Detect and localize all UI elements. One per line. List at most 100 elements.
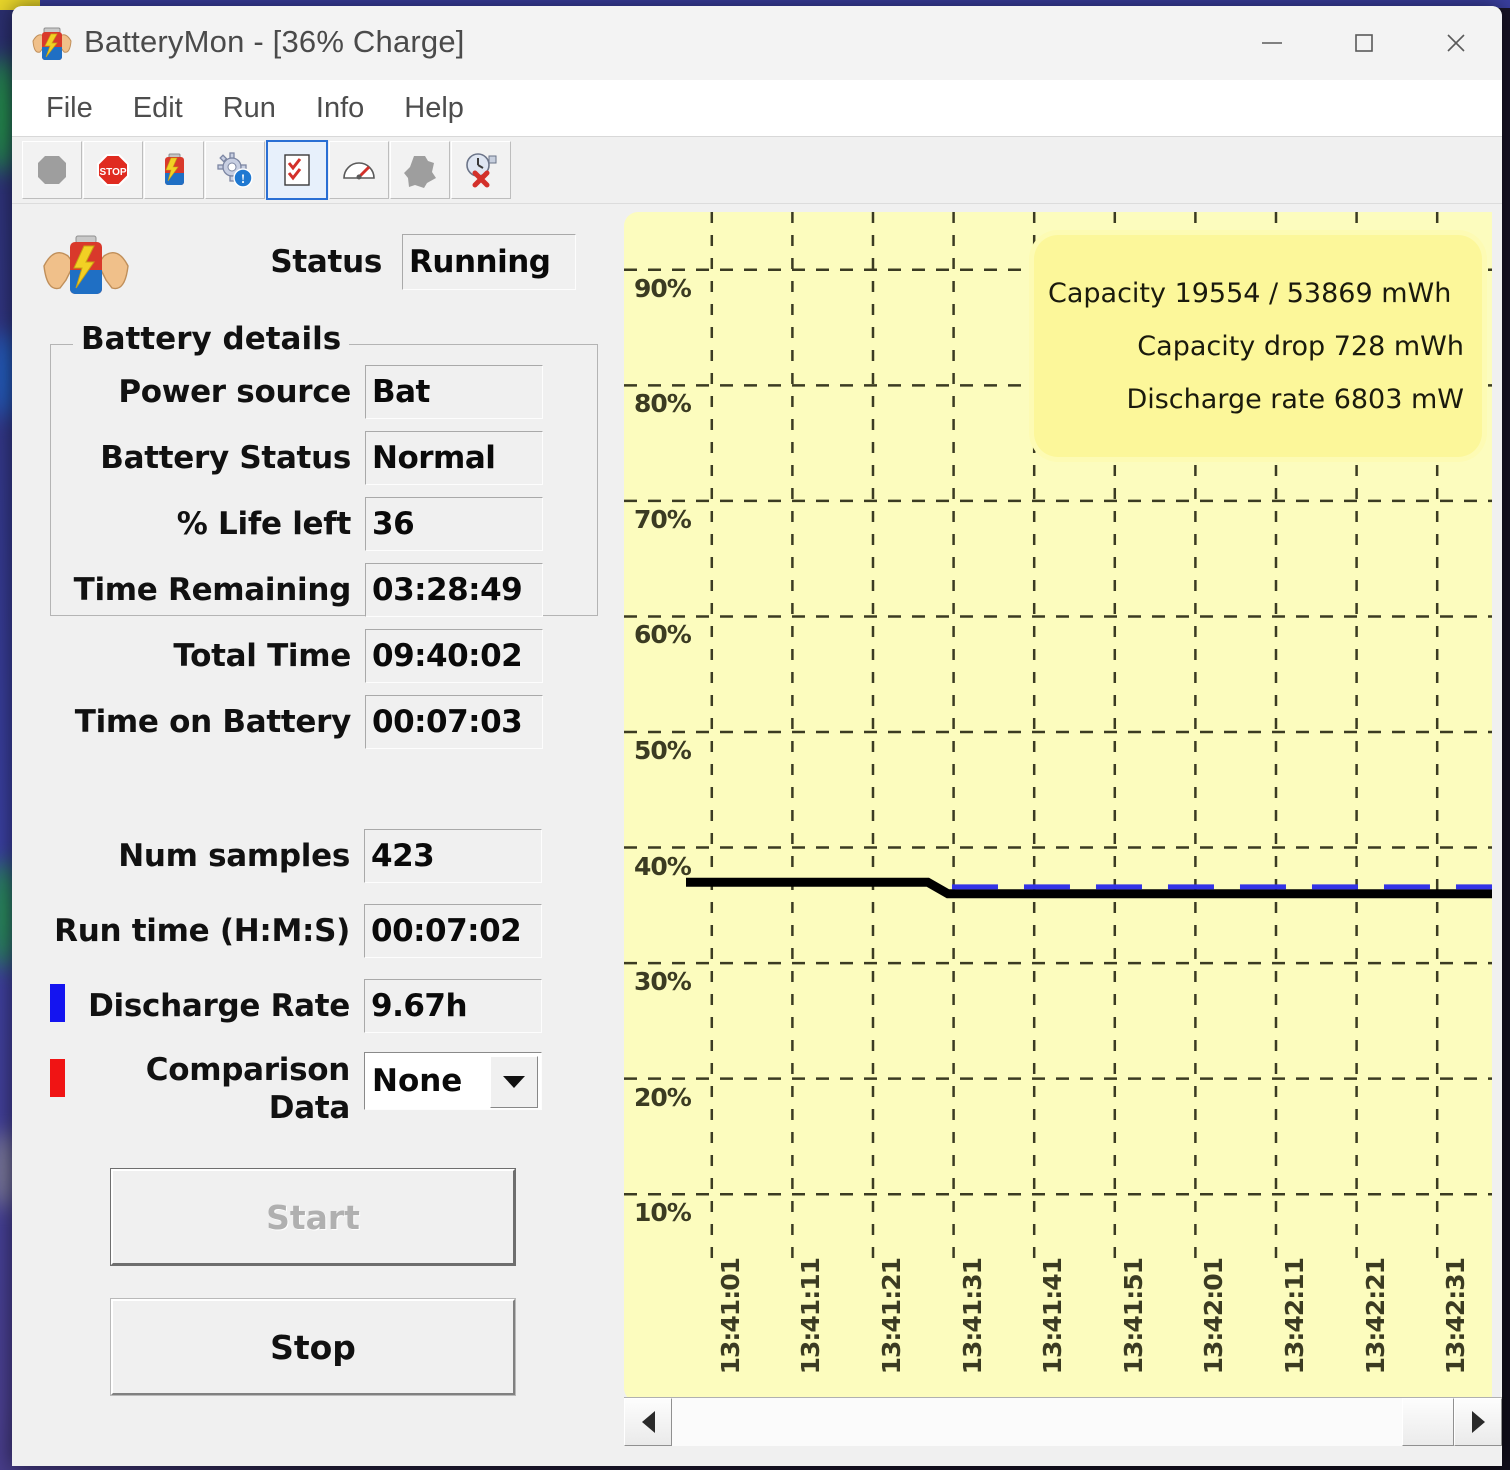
x-tick-label: 13:41:41 bbox=[1038, 1258, 1068, 1375]
comparison-data-value: None bbox=[372, 1063, 463, 1099]
y-tick-label: 60% bbox=[634, 620, 692, 650]
chart-series-line bbox=[686, 877, 1492, 899]
toolbar-record-stop-octagon-button[interactable] bbox=[22, 141, 82, 199]
y-tick-label: 70% bbox=[634, 504, 692, 534]
y-tick-label: 80% bbox=[634, 389, 692, 419]
comparison-dropdown-button[interactable] bbox=[490, 1056, 538, 1108]
menu-run[interactable]: Run bbox=[203, 88, 296, 129]
power-source-value: Bat bbox=[365, 365, 543, 419]
info-capacity-drop: Capacity drop 728 mWh bbox=[1137, 330, 1464, 362]
start-button[interactable]: Start bbox=[110, 1168, 516, 1266]
battery-status-label: Battery Status bbox=[100, 440, 351, 476]
scroll-right-button[interactable] bbox=[1454, 1398, 1502, 1446]
info-discharge-rate: Discharge rate 6803 mW bbox=[1126, 383, 1464, 415]
y-tick-label: 40% bbox=[634, 851, 692, 881]
record-stop-octagon-icon bbox=[38, 156, 66, 184]
life-left-label: % Life left bbox=[176, 506, 352, 542]
status-value: Running bbox=[402, 234, 576, 290]
detail-row-time-on-battery: Time on Battery 00:07:03 bbox=[21, 695, 543, 749]
time-on-battery-value: 00:07:03 bbox=[365, 695, 543, 749]
battery-chart-plot[interactable]: 90% 80% 70% 60% 50% 40% 30% 20% 10% 13:41:01 13:4… bbox=[624, 212, 1492, 1402]
status-label: Status bbox=[270, 244, 382, 280]
num-samples-value: 423 bbox=[364, 829, 542, 883]
total-time-label: Total Time bbox=[173, 638, 351, 674]
x-tick-label: 13:41:11 bbox=[796, 1258, 826, 1375]
scroll-left-icon bbox=[641, 1411, 655, 1433]
discharge-rate-label: Discharge Rate bbox=[88, 988, 350, 1024]
run-time-value: 00:07:02 bbox=[364, 904, 542, 958]
stop-sign-icon: STOP bbox=[97, 154, 129, 186]
power-source-label: Power source bbox=[118, 374, 351, 410]
detail-row-power-source: Power source Bat bbox=[21, 365, 543, 419]
x-tick-label: 13:41:51 bbox=[1118, 1258, 1148, 1375]
puzzle-icon bbox=[404, 156, 436, 188]
maximize-icon bbox=[1355, 34, 1373, 52]
menu-edit[interactable]: Edit bbox=[113, 88, 203, 129]
total-time-value: 09:40:02 bbox=[365, 629, 543, 683]
x-tick-label: 13:42:31 bbox=[1441, 1258, 1471, 1375]
clock-delete-icon bbox=[466, 153, 497, 188]
menu-info[interactable]: Info bbox=[296, 88, 384, 129]
toolbar-shape-button[interactable] bbox=[390, 141, 450, 199]
window-title: BatteryMon - [36% Charge] bbox=[84, 24, 465, 59]
time-remaining-label: Time Remaining bbox=[73, 572, 352, 608]
chevron-down-icon bbox=[503, 1076, 525, 1088]
battery-details-title: Battery details bbox=[73, 321, 350, 357]
minimize-button[interactable] bbox=[1226, 6, 1318, 80]
y-tick-label: 20% bbox=[634, 1082, 692, 1112]
toolbar: STOP ! bbox=[12, 137, 1502, 204]
checklist-icon bbox=[284, 154, 310, 186]
x-tick-label: 13:42:11 bbox=[1279, 1258, 1309, 1375]
scroll-left-button[interactable] bbox=[624, 1398, 672, 1446]
time-on-battery-label: Time on Battery bbox=[74, 704, 352, 740]
scroll-right-icon bbox=[1471, 1411, 1485, 1433]
scrollbar-thumb[interactable] bbox=[1402, 1398, 1454, 1446]
battery-details-group: Battery details Power source Bat Battery… bbox=[50, 321, 598, 749]
close-button[interactable] bbox=[1410, 6, 1502, 80]
maximize-button[interactable] bbox=[1318, 6, 1410, 80]
detail-row-total-time: Total Time 09:40:02 bbox=[21, 629, 543, 683]
stat-row-num-samples: Num samples 423 bbox=[20, 829, 542, 883]
chart-panel: 90% 80% 70% 60% 50% 40% 30% 20% 10% 13:41:01 13:4… bbox=[612, 204, 1502, 1466]
close-icon bbox=[1447, 34, 1465, 52]
discharge-rate-value: 9.67h bbox=[364, 979, 542, 1033]
x-tick-label: 13:41:31 bbox=[957, 1258, 987, 1375]
chart-series bbox=[686, 877, 1492, 899]
comparison-label-line2: Data bbox=[268, 1090, 351, 1126]
detail-row-life-left: % Life left 36 bbox=[21, 497, 543, 551]
run-time-label: Run time (H:M:S) bbox=[54, 913, 350, 949]
svg-text:STOP: STOP bbox=[99, 167, 126, 178]
comparison-row: Comparison Data None bbox=[20, 1052, 542, 1126]
comparison-data-select[interactable]: None bbox=[364, 1052, 542, 1110]
stat-row-run-time: Run time (H:M:S) 00:07:02 bbox=[20, 904, 542, 958]
toolbar-checklist-button[interactable] bbox=[266, 140, 328, 200]
x-tick-label: 13:42:01 bbox=[1199, 1258, 1229, 1375]
x-tick-label: 13:41:21 bbox=[876, 1258, 906, 1375]
battery-status-value: Normal bbox=[365, 431, 543, 485]
x-tick-label: 13:41:01 bbox=[715, 1258, 745, 1375]
toolbar-battery-button[interactable] bbox=[144, 141, 204, 199]
chart-container[interactable]: 90% 80% 70% 60% 50% 40% 30% 20% 10% 13:41:01 13:4… bbox=[624, 212, 1492, 1402]
menu-bar: File Edit Run Info Help bbox=[12, 80, 1502, 137]
num-samples-label: Num samples bbox=[118, 838, 350, 874]
scrollbar-track[interactable] bbox=[672, 1398, 1454, 1446]
capacity-info-box: Capacity 19554 / 53869 mWh Capacity drop… bbox=[1034, 235, 1482, 457]
time-remaining-value: 03:28:49 bbox=[365, 563, 543, 617]
toolbar-stop-button[interactable]: STOP bbox=[83, 141, 143, 199]
gear-info-icon: ! bbox=[217, 152, 253, 188]
y-tick-label: 50% bbox=[634, 736, 692, 765]
y-tick-label: 10% bbox=[634, 1198, 692, 1228]
menu-file[interactable]: File bbox=[26, 88, 113, 129]
toolbar-clear-history-button[interactable] bbox=[451, 141, 511, 199]
y-tick-label: 30% bbox=[634, 967, 692, 997]
stop-button[interactable]: Stop bbox=[110, 1298, 516, 1396]
batterymon-window: BatteryMon - [36% Charge] File Edit Run … bbox=[12, 6, 1502, 1466]
chart-horizontal-scrollbar[interactable] bbox=[624, 1397, 1502, 1446]
detail-row-time-remaining: Time Remaining 03:28:49 bbox=[21, 563, 543, 617]
status-row: Status Running bbox=[12, 222, 612, 302]
toolbar-settings-button[interactable]: ! bbox=[205, 141, 265, 199]
discharge-rate-row: Discharge Rate 9.67h bbox=[20, 979, 542, 1033]
menu-help[interactable]: Help bbox=[384, 88, 484, 129]
comparison-label: Comparison bbox=[145, 1052, 351, 1088]
toolbar-gauge-button[interactable] bbox=[329, 141, 389, 199]
